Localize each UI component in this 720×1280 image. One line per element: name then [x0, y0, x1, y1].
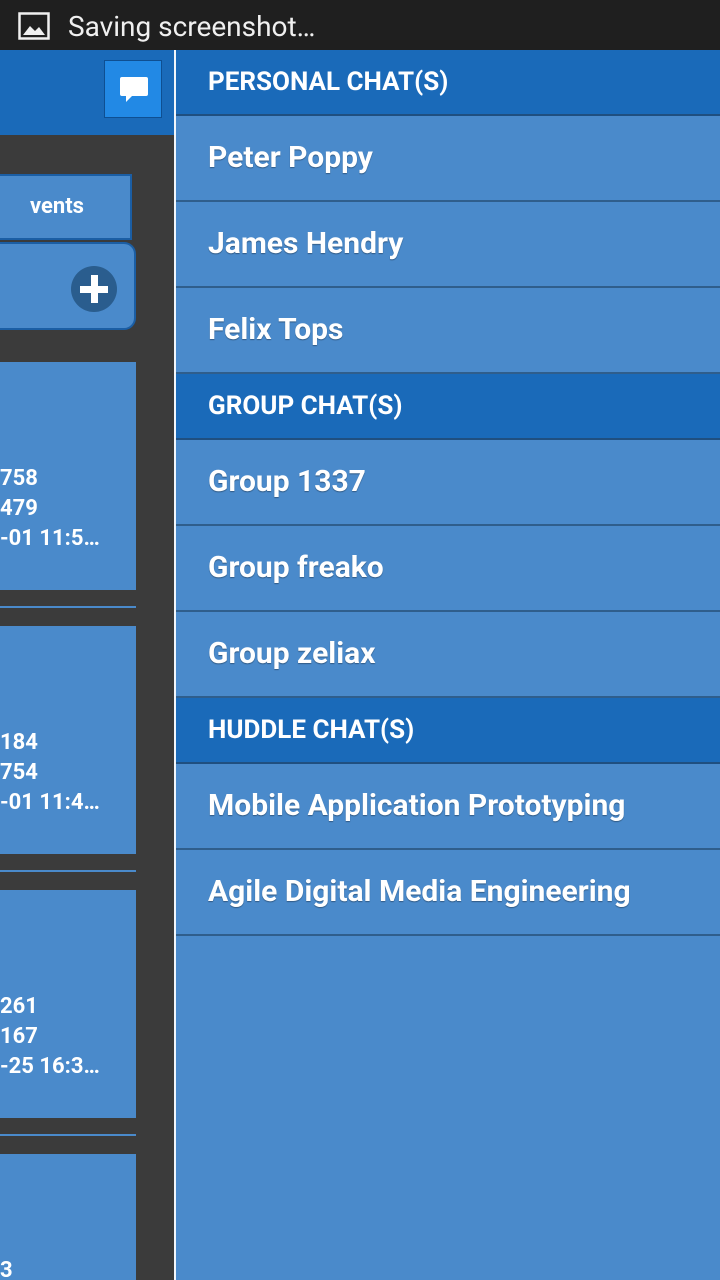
image-icon: [18, 12, 50, 40]
chat-drawer: PERSONAL CHAT(S) Peter Poppy James Hendr…: [174, 50, 720, 1280]
chat-item-peter-poppy[interactable]: Peter Poppy: [176, 116, 720, 202]
card-line: 754: [0, 760, 38, 785]
card-line: 758: [0, 466, 38, 491]
status-bar: Saving screenshot…: [0, 0, 720, 50]
list-card[interactable]: 758 479 -01 11:5…: [0, 362, 136, 590]
chat-item-felix-tops[interactable]: Felix Tops: [176, 288, 720, 374]
app-header: [0, 50, 175, 135]
card-divider: [0, 1134, 136, 1136]
list-card[interactable]: 261 167 -25 16:3…: [0, 890, 136, 1118]
add-icon[interactable]: [71, 266, 117, 312]
chat-item-james-hendry[interactable]: James Hendry: [176, 202, 720, 288]
card-line: -01 11:5…: [0, 526, 100, 551]
chat-bubble-icon: [120, 77, 148, 102]
chat-item-mobile-application-prototyping[interactable]: Mobile Application Prototyping: [176, 764, 720, 850]
card-line: -25 16:3…: [0, 1054, 100, 1079]
card-divider: [0, 606, 136, 608]
card-line: 184: [0, 730, 38, 755]
status-text: Saving screenshot…: [68, 10, 316, 43]
card-line: 167: [0, 1024, 38, 1049]
tab-events[interactable]: vents: [0, 174, 132, 240]
card-line: 261: [0, 994, 38, 1019]
group-chats-header: GROUP CHAT(S): [176, 374, 720, 440]
tab-events-label: vents: [30, 194, 84, 219]
chat-item-group-zeliax[interactable]: Group zeliax: [176, 612, 720, 698]
chat-drawer-button[interactable]: [104, 60, 162, 118]
list-card[interactable]: 3: [0, 1154, 136, 1280]
personal-chats-header: PERSONAL CHAT(S): [176, 50, 720, 116]
chat-item-group-1337[interactable]: Group 1337: [176, 440, 720, 526]
card-line: 479: [0, 496, 38, 521]
list-card[interactable]: 184 754 -01 11:4…: [0, 626, 136, 854]
chat-item-agile-digital-media-engineering[interactable]: Agile Digital Media Engineering: [176, 850, 720, 936]
huddle-chats-header: HUDDLE CHAT(S): [176, 698, 720, 764]
card-divider: [0, 870, 136, 872]
background-app: vents 758 479 -01 11:5… 184 754 -01 11:4…: [0, 50, 175, 1280]
card-line: 3: [0, 1258, 13, 1280]
chat-item-group-freako[interactable]: Group freako: [176, 526, 720, 612]
card-line: -01 11:4…: [0, 790, 100, 815]
